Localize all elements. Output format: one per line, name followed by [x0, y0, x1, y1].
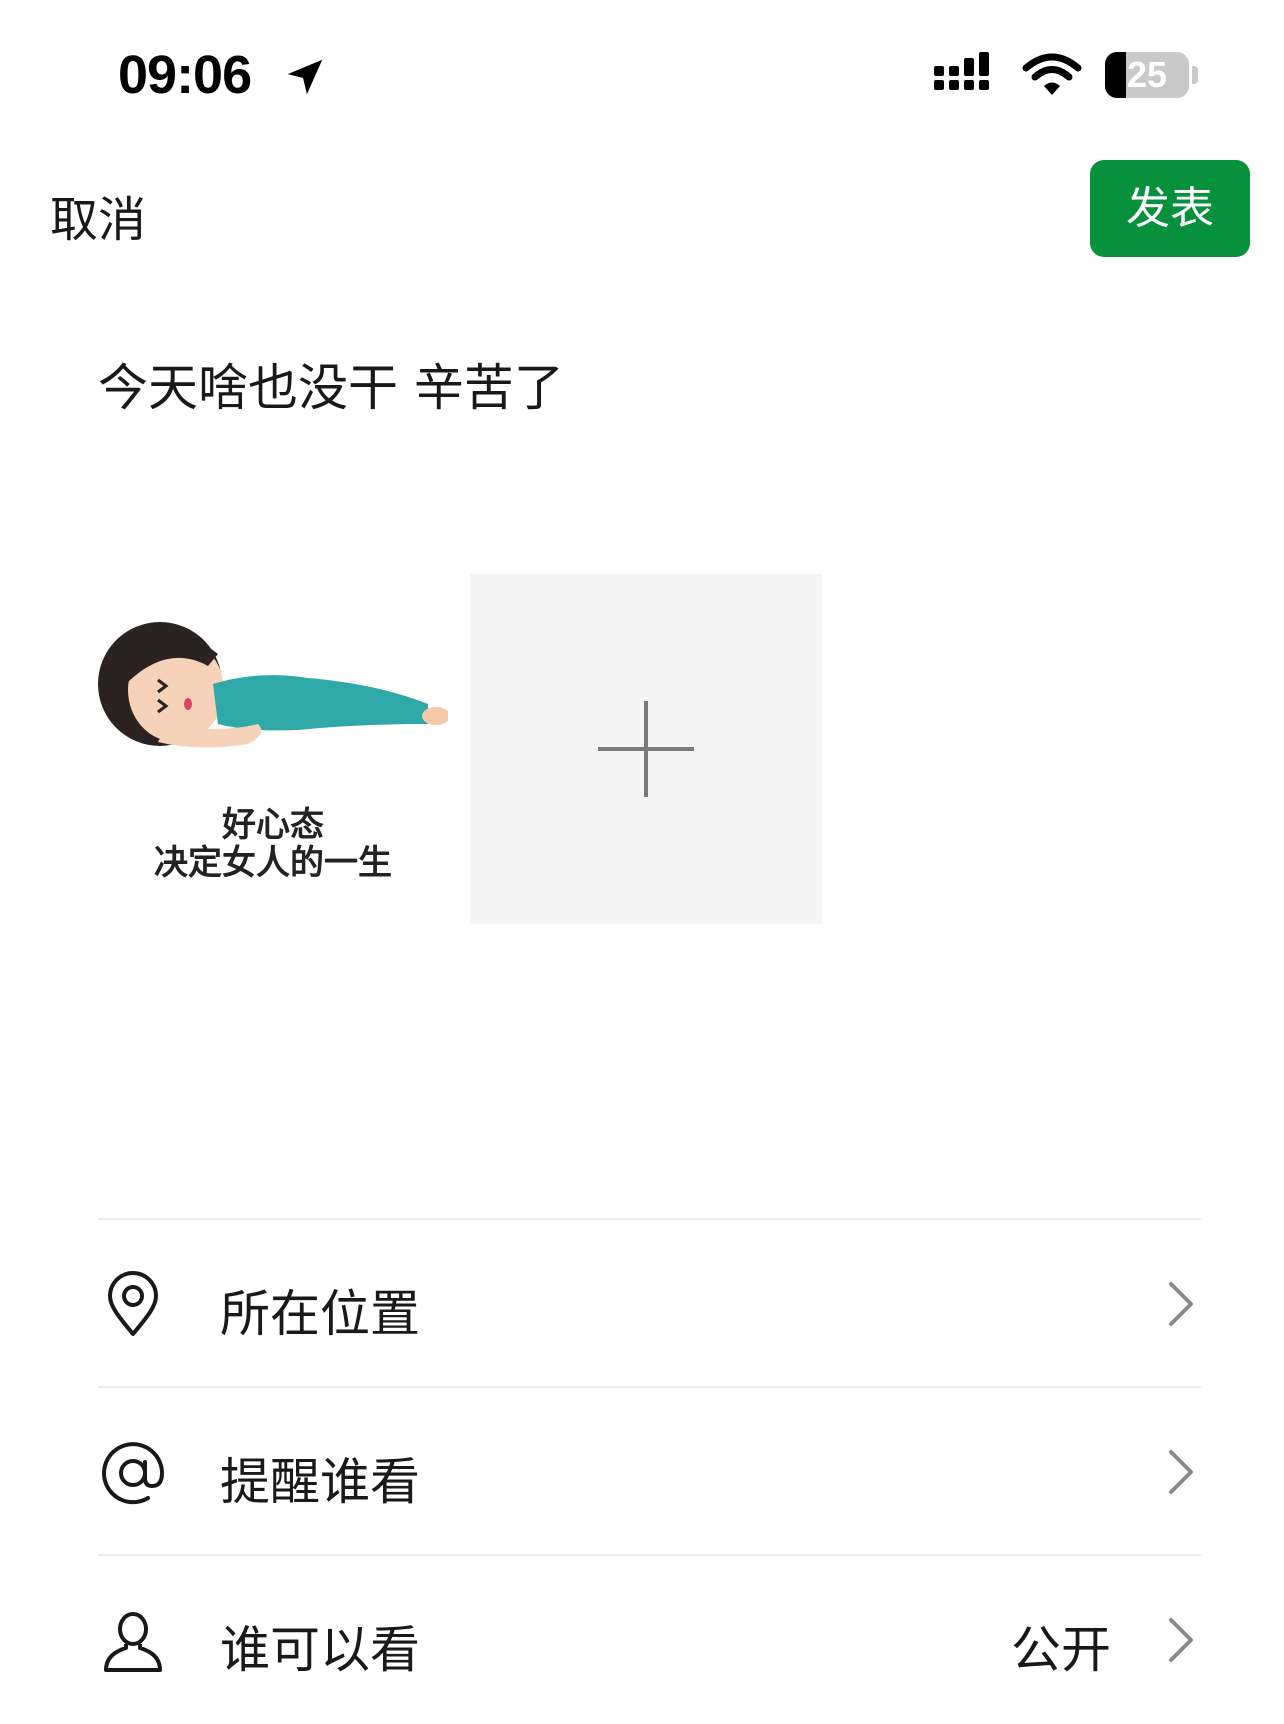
remind-row[interactable]: 提醒谁看	[98, 1388, 1201, 1556]
post-text-input[interactable]: 今天啥也没干 辛苦了	[98, 356, 1198, 420]
signal-icon	[934, 52, 989, 90]
chevron-right-icon	[1169, 1450, 1193, 1494]
visibility-label: 谁可以看	[220, 1621, 420, 1679]
location-pin-icon	[108, 1271, 158, 1336]
location-row[interactable]: 所在位置	[98, 1220, 1201, 1388]
person-icon	[104, 1611, 162, 1672]
battery-cap	[1192, 66, 1198, 84]
publish-button[interactable]: 发表	[1090, 160, 1250, 257]
status-bar: 09:06 25	[0, 0, 1284, 150]
at-sign-icon	[102, 1442, 165, 1505]
plus-icon	[598, 701, 694, 797]
sleeping-woman-sticker	[98, 622, 448, 748]
location-arrow-icon	[287, 59, 323, 95]
remind-label: 提醒谁看	[220, 1453, 420, 1511]
photo-thumbnail[interactable]: 好心态 决定女人的一生	[98, 574, 448, 924]
visibility-row[interactable]: 谁可以看 公开	[98, 1556, 1201, 1724]
wifi-icon	[1022, 53, 1082, 95]
status-time: 09:06	[118, 45, 252, 105]
visibility-value: 公开	[1011, 1621, 1111, 1679]
sticker-caption-line1: 好心态	[222, 805, 324, 845]
location-label: 所在位置	[220, 1285, 420, 1343]
battery-level: 25	[1126, 54, 1168, 95]
battery-icon: 25	[1105, 52, 1189, 98]
chevron-right-icon	[1169, 1282, 1193, 1326]
add-photo-button[interactable]	[470, 574, 822, 924]
sticker-caption-line2: 决定女人的一生	[154, 843, 392, 883]
chevron-right-icon	[1169, 1618, 1193, 1662]
cancel-button[interactable]: 取消	[50, 180, 146, 250]
